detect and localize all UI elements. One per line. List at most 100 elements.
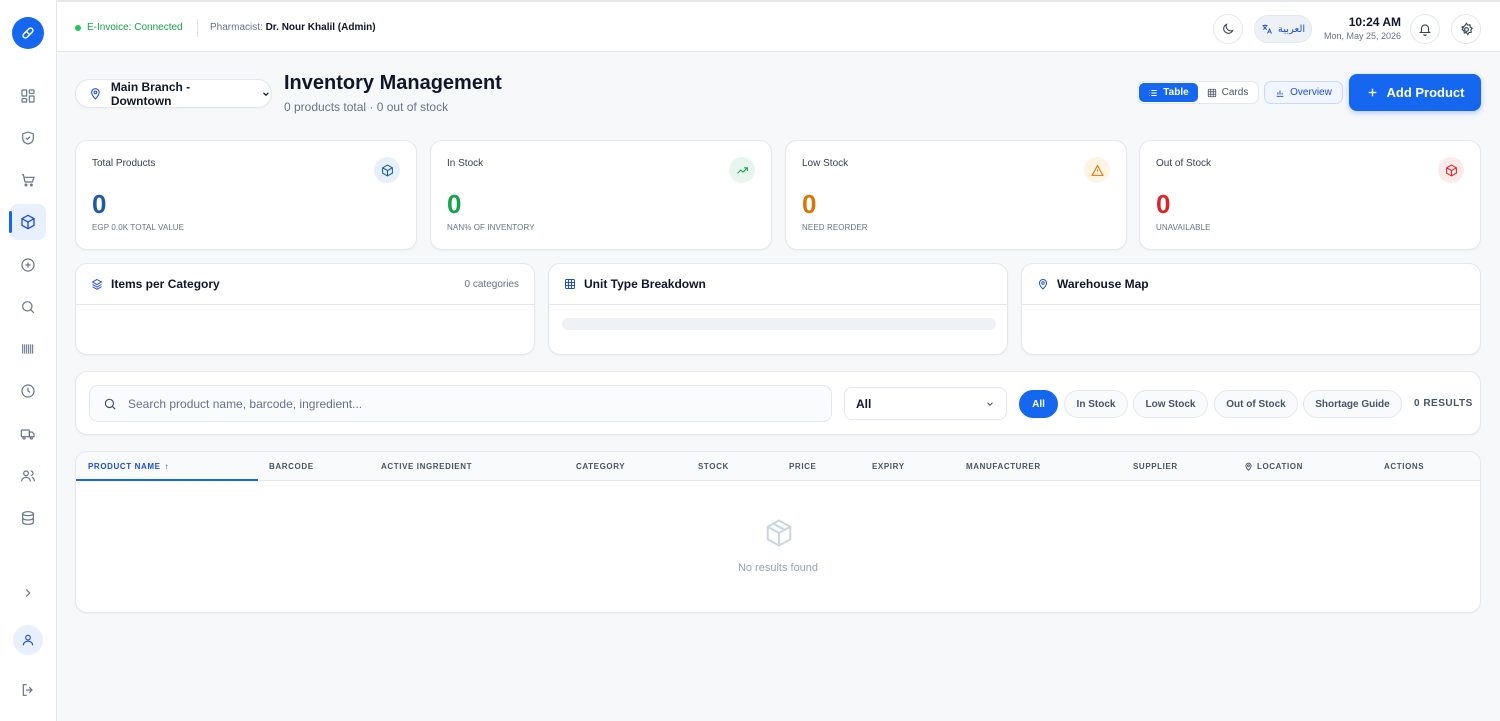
sidebar-item-barcode[interactable] xyxy=(10,331,46,367)
filter-chip-all[interactable]: All xyxy=(1019,390,1058,418)
sidebar-item-search[interactable] xyxy=(10,289,46,325)
clock: 10:24 AM Mon, May 25, 2026 xyxy=(1317,15,1401,41)
language-toggle-button[interactable]: العربية xyxy=(1254,15,1312,43)
warning-icon xyxy=(1090,164,1104,176)
app-logo[interactable] xyxy=(12,17,44,49)
plus-circle-icon xyxy=(21,258,35,272)
notifications-button[interactable] xyxy=(1410,14,1440,44)
page-title: Inventory Management xyxy=(284,72,502,94)
loading-skeleton xyxy=(562,318,996,330)
theme-toggle-button[interactable] xyxy=(1213,14,1243,44)
view-cards-label: Cards xyxy=(1221,87,1249,98)
table-grid-icon xyxy=(1207,88,1216,97)
chevron-down-icon xyxy=(987,401,993,406)
empty-state-message: No results found xyxy=(737,562,819,574)
panel-header: Warehouse Map xyxy=(1022,264,1480,305)
sidebar-item-database[interactable] xyxy=(10,500,46,536)
stat-icon-wrap xyxy=(374,157,400,183)
sidebar-item-delivery[interactable] xyxy=(10,416,46,452)
category-count: 0 categories xyxy=(464,278,519,290)
plus-icon xyxy=(1368,88,1376,97)
user-profile-button[interactable] xyxy=(13,625,43,655)
settings-button[interactable] xyxy=(1451,14,1481,44)
column-header-price[interactable]: PRICE xyxy=(789,452,816,481)
empty-state-box-icon xyxy=(764,518,794,548)
page-subtitle: 0 products total · 0 out of stock xyxy=(284,100,449,114)
sidebar-item-inventory[interactable] xyxy=(9,204,46,240)
stat-caption: EGP 0.0K TOTAL VALUE xyxy=(92,223,185,232)
gear-icon xyxy=(1460,21,1473,36)
sidebar-item-history[interactable] xyxy=(10,373,46,409)
column-label: LOCATION xyxy=(1257,462,1303,471)
map-pin-icon xyxy=(1245,462,1252,471)
box-icon xyxy=(381,163,393,177)
column-header-active-ingredient[interactable]: ACTIVE INGREDIENT xyxy=(381,452,472,481)
stat-card-low-stock: Low Stock 0 NEED REORDER xyxy=(785,140,1127,250)
stat-value: 0 xyxy=(447,189,462,219)
clock-date: Mon, May 25, 2026 xyxy=(1323,31,1401,41)
filter-chip-low-stock[interactable]: Low Stock xyxy=(1133,390,1208,418)
column-header-supplier[interactable]: SUPPLIER xyxy=(1133,452,1178,481)
divider xyxy=(197,19,198,37)
column-header-expiry[interactable]: EXPIRY xyxy=(872,452,905,481)
language-label: العربية xyxy=(1277,23,1306,35)
column-label: PRODUCT NAME xyxy=(88,462,161,471)
logout-icon xyxy=(22,684,33,696)
pharmacist-name: Dr. Nour Khalil (Admin) xyxy=(265,22,376,33)
filter-chip-out-of-stock[interactable]: Out of Stock xyxy=(1214,390,1298,418)
stat-card-in-stock: In Stock 0 NAN% OF INVENTORY xyxy=(430,140,772,250)
users-icon xyxy=(21,470,35,482)
shield-icon xyxy=(22,131,34,145)
overview-button[interactable]: Overview xyxy=(1264,81,1343,104)
bell-icon xyxy=(1419,24,1431,36)
panel-items-per-category: Items per Category 0 categories xyxy=(75,263,535,355)
clock-icon xyxy=(21,384,35,398)
column-header-stock[interactable]: STOCK xyxy=(698,452,729,481)
sidebar-item-add[interactable] xyxy=(10,247,46,283)
moon-icon xyxy=(1223,23,1234,34)
panel-unit-type-breakdown: Unit Type Breakdown xyxy=(548,263,1008,355)
sidebar-item-dashboard[interactable] xyxy=(10,78,46,114)
stat-card-out-of-stock: Out of Stock 0 UNAVAILABLE xyxy=(1139,140,1481,250)
column-header-manufacturer[interactable]: MANUFACTURER xyxy=(966,452,1041,481)
column-header-actions: ACTIONS xyxy=(1384,462,1425,471)
barcode-icon xyxy=(22,344,34,354)
sidebar-expand-button[interactable] xyxy=(10,575,46,611)
einvoice-status-text: E-Invoice: Connected xyxy=(87,22,183,33)
chevron-right-icon xyxy=(25,589,31,597)
view-cards-button[interactable]: Cards xyxy=(1198,83,1257,102)
logout-button[interactable] xyxy=(10,672,46,708)
column-header-location[interactable]: LOCATION xyxy=(1244,452,1303,481)
column-header-category[interactable]: CATEGORY xyxy=(576,452,625,481)
branch-selector[interactable]: Main Branch - Downtown xyxy=(75,79,272,108)
add-product-button[interactable]: Add Product xyxy=(1349,74,1481,111)
stat-caption: UNAVAILABLE xyxy=(1156,223,1211,232)
translate-icon xyxy=(1262,24,1272,34)
stat-value: 0 xyxy=(802,189,817,219)
stat-caption: NAN% OF INVENTORY xyxy=(447,223,535,232)
filter-chip-in-stock[interactable]: In Stock xyxy=(1064,390,1128,418)
box-icon xyxy=(21,214,35,230)
sidebar-item-customers[interactable] xyxy=(10,458,46,494)
stat-value: 0 xyxy=(1156,189,1171,219)
column-header-product-name[interactable]: PRODUCT NAME ↑ xyxy=(88,452,169,481)
filter-chip-shortage-guide[interactable]: Shortage Guide xyxy=(1303,390,1402,418)
chevron-down-icon xyxy=(263,91,269,96)
user-icon xyxy=(22,634,34,646)
category-select[interactable]: All xyxy=(844,387,1007,420)
filter-bar: All All In Stock Low Stock Out of Stock … xyxy=(75,371,1481,435)
panel-header: Items per Category 0 categories xyxy=(76,264,534,305)
results-count: 0 RESULTS xyxy=(1414,398,1473,409)
search-icon xyxy=(104,398,116,410)
search-input[interactable] xyxy=(128,396,808,411)
add-product-label: Add Product xyxy=(1386,85,1465,100)
sidebar-item-sales[interactable] xyxy=(10,162,46,198)
grid-icon xyxy=(21,89,35,103)
list-icon xyxy=(1149,89,1158,96)
panel-title: Unit Type Breakdown xyxy=(584,277,706,291)
stat-label: Out of Stock xyxy=(1156,158,1212,169)
column-header-barcode[interactable]: BARCODE xyxy=(269,452,314,481)
view-table-button[interactable]: Table xyxy=(1139,83,1198,102)
sidebar-item-security[interactable] xyxy=(10,120,46,156)
stat-card-total-products: Total Products 0 EGP 0.0K TOTAL VALUE xyxy=(75,140,417,250)
